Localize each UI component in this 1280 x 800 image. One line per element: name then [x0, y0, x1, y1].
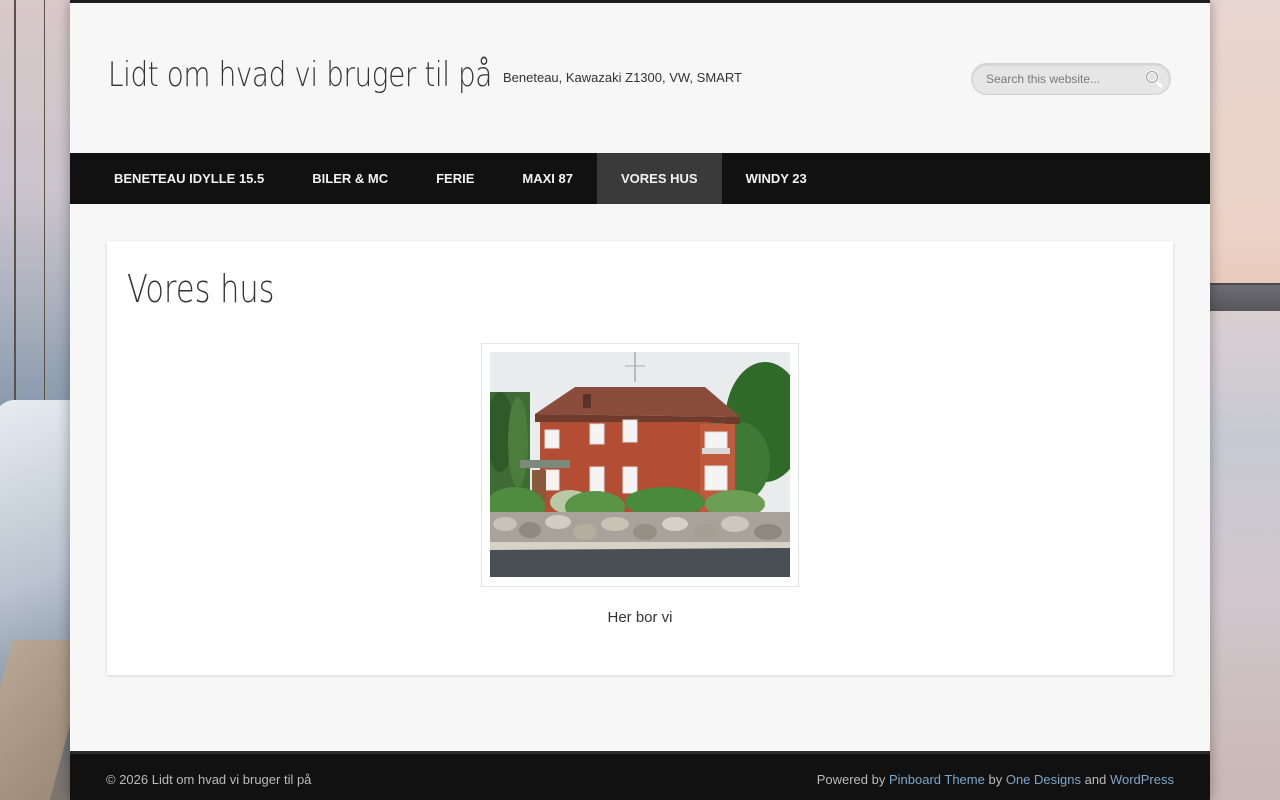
nav-item-beneteau-idylle[interactable]: BENETEAU IDYLLE 15.5 — [90, 153, 288, 204]
search-icon[interactable] — [1144, 69, 1164, 89]
site-header: Lidt om hvad vi bruger til på Beneteau, … — [70, 3, 1210, 153]
image-caption: Her bor vi — [607, 609, 673, 626]
nav-item-maxi-87[interactable]: MAXI 87 — [498, 153, 597, 204]
site-footer: © 2026 Lidt om hvad vi bruger til på Pow… — [70, 751, 1210, 800]
nav-item-ferie[interactable]: FERIE — [412, 153, 498, 204]
nav-item-windy-23[interactable]: WINDY 23 — [722, 153, 831, 204]
footer-theme-link[interactable]: Pinboard Theme — [889, 772, 985, 787]
footer-and: and — [1084, 772, 1107, 787]
dock — [0, 640, 70, 800]
site-description: Beneteau, Kawazaki Z1300, VW, SMART — [503, 70, 742, 85]
background-scenery-left — [0, 0, 70, 800]
footer-designer-link[interactable]: One Designs — [1006, 772, 1081, 787]
house-photo[interactable] — [490, 352, 790, 577]
distant-land — [1210, 285, 1280, 311]
site-title[interactable]: Lidt om hvad vi bruger til på — [108, 55, 492, 95]
nav-item-biler-mc[interactable]: BILER & MC — [288, 153, 412, 204]
content-card: Vores hus Her bor vi — [107, 241, 1173, 675]
footer-powered-by: Powered by — [816, 772, 886, 787]
footer-credits: Powered by Pinboard Theme by One Designs… — [817, 772, 1174, 787]
page-title: Vores hus — [127, 267, 275, 311]
site-container: Lidt om hvad vi bruger til på Beneteau, … — [70, 0, 1210, 800]
footer-platform-link[interactable]: WordPress — [1110, 772, 1174, 787]
search-input[interactable] — [986, 64, 1146, 94]
image-figure — [481, 343, 799, 587]
footer-copyright: © 2026 Lidt om hvad vi bruger til på — [106, 772, 312, 787]
background-scenery-right — [1210, 0, 1280, 800]
footer-by: by — [988, 772, 1003, 787]
house-image — [490, 352, 790, 577]
main-navigation: BENETEAU IDYLLE 15.5 BILER & MC FERIE MA… — [70, 153, 1210, 204]
search-form — [971, 63, 1171, 95]
nav-item-vores-hus[interactable]: VORES HUS — [596, 153, 722, 204]
